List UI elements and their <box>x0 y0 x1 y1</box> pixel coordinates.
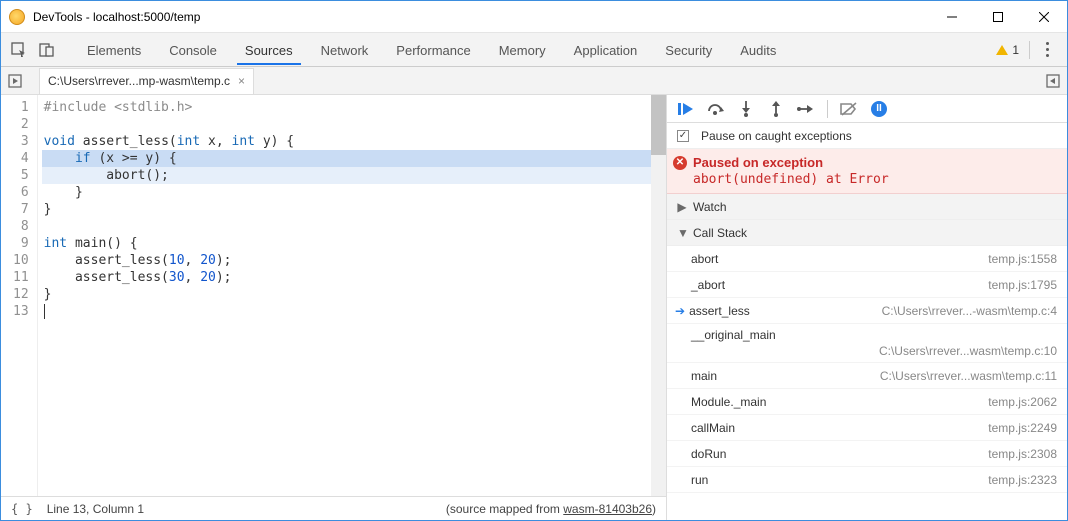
code-line[interactable]: #include <stdlib.h> <box>42 99 666 116</box>
show-navigator-icon[interactable] <box>1 69 29 93</box>
code-line[interactable] <box>42 116 666 133</box>
more-menu-icon[interactable] <box>1040 42 1055 57</box>
tab-sources[interactable]: Sources <box>231 35 307 64</box>
tab-audits[interactable]: Audits <box>726 35 790 64</box>
code-line[interactable]: void assert_less(int x, int y) { <box>42 133 666 150</box>
pause-caught-row[interactable]: ✓ Pause on caught exceptions <box>667 123 1067 149</box>
panel-tabs: ElementsConsoleSourcesNetworkPerformance… <box>73 35 996 64</box>
stack-frame[interactable]: __original_mainC:\Users\rrever...wasm\te… <box>667 324 1067 363</box>
debugger-pane: II ✓ Pause on caught exceptions ✕Paused … <box>667 95 1067 520</box>
file-tab[interactable]: C:\Users\rrever...mp-wasm\temp.c × <box>39 68 254 94</box>
step-icon[interactable] <box>797 100 815 118</box>
warnings-chip[interactable]: 1 <box>996 43 1019 57</box>
tab-elements[interactable]: Elements <box>73 35 155 64</box>
debugger-toolbar: II <box>667 95 1067 123</box>
editor-pane: 12345678910111213 #include <stdlib.h> voi… <box>1 95 667 520</box>
pause-caught-label: Pause on caught exceptions <box>701 129 852 143</box>
source-map-link[interactable]: wasm-81403b26 <box>563 502 652 516</box>
call-stack-list: aborttemp.js:1558_aborttemp.js:1795➔asse… <box>667 246 1067 493</box>
stack-frame[interactable]: doRuntemp.js:2308 <box>667 441 1067 467</box>
source-map-info: (source mapped from wasm-81403b26) <box>446 502 656 516</box>
titlebar: DevTools - localhost:5000/temp <box>1 1 1067 33</box>
line-gutter: 12345678910111213 <box>1 95 38 496</box>
pause-caught-checkbox[interactable]: ✓ <box>677 130 689 142</box>
window-title: DevTools - localhost:5000/temp <box>33 10 200 24</box>
device-toolbar-icon[interactable] <box>35 38 59 62</box>
show-debugger-icon[interactable] <box>1039 69 1067 93</box>
braces-icon[interactable]: { } <box>11 502 33 516</box>
code-line[interactable]: assert_less(30, 20); <box>42 269 666 286</box>
step-into-icon[interactable] <box>737 100 755 118</box>
sources-subbar: C:\Users\rrever...mp-wasm\temp.c × <box>1 67 1067 95</box>
stack-frame[interactable]: aborttemp.js:1558 <box>667 246 1067 272</box>
code-line[interactable]: assert_less(10, 20); <box>42 252 666 269</box>
editor-scrollbar[interactable] <box>651 95 666 496</box>
code-line[interactable]: abort(); <box>42 167 666 184</box>
minimize-button[interactable] <box>929 2 975 32</box>
file-tab-name: C:\Users\rrever...mp-wasm\temp.c <box>48 74 230 88</box>
stack-frame[interactable]: ➔assert_lessC:\Users\rrever...-wasm\temp… <box>667 298 1067 324</box>
error-icon: ✕ <box>673 156 687 170</box>
stack-frame[interactable]: mainC:\Users\rrever...wasm\temp.c:11 <box>667 363 1067 389</box>
stack-frame[interactable]: runtemp.js:2323 <box>667 467 1067 493</box>
close-button[interactable] <box>1021 2 1067 32</box>
editor-statusbar: { } Line 13, Column 1 (source mapped fro… <box>1 496 666 520</box>
code-line[interactable]: } <box>42 286 666 303</box>
watch-section[interactable]: ▶Watch <box>667 194 1067 220</box>
stack-frame[interactable]: Module._maintemp.js:2062 <box>667 389 1067 415</box>
devtools-window: DevTools - localhost:5000/temp ElementsC… <box>0 0 1068 521</box>
code-line[interactable]: int main() { <box>42 235 666 252</box>
resume-icon[interactable] <box>677 100 695 118</box>
tab-application[interactable]: Application <box>560 35 652 64</box>
pause-on-exceptions-icon[interactable]: II <box>870 100 888 118</box>
cursor-position: Line 13, Column 1 <box>47 502 144 516</box>
paused-exception-banner: ✕Paused on exception abort(undefined) at… <box>667 149 1067 194</box>
debugger-panes[interactable]: ✓ Pause on caught exceptions ✕Paused on … <box>667 123 1067 520</box>
code-area[interactable]: 12345678910111213 #include <stdlib.h> voi… <box>1 95 666 496</box>
tab-security[interactable]: Security <box>651 35 726 64</box>
tab-performance[interactable]: Performance <box>382 35 484 64</box>
tab-console[interactable]: Console <box>155 35 231 64</box>
devtools-app-icon <box>9 9 25 25</box>
code-line[interactable]: } <box>42 201 666 218</box>
step-out-icon[interactable] <box>767 100 785 118</box>
deactivate-breakpoints-icon[interactable] <box>840 100 858 118</box>
source-text[interactable]: #include <stdlib.h> void assert_less(int … <box>38 95 666 496</box>
main-toolbar: ElementsConsoleSourcesNetworkPerformance… <box>1 33 1067 67</box>
close-tab-icon[interactable]: × <box>238 74 245 88</box>
tab-memory[interactable]: Memory <box>485 35 560 64</box>
step-over-icon[interactable] <box>707 100 725 118</box>
callstack-section[interactable]: ▼Call Stack <box>667 220 1067 246</box>
stack-frame[interactable]: _aborttemp.js:1795 <box>667 272 1067 298</box>
stack-frame[interactable]: callMaintemp.js:2249 <box>667 415 1067 441</box>
code-line[interactable] <box>42 218 666 235</box>
code-line[interactable] <box>42 303 666 320</box>
main-split: 12345678910111213 #include <stdlib.h> voi… <box>1 95 1067 520</box>
current-frame-arrow-icon: ➔ <box>675 304 685 318</box>
code-line[interactable]: if (x >= y) { <box>42 150 666 167</box>
code-line[interactable]: } <box>42 184 666 201</box>
inspect-element-icon[interactable] <box>7 38 31 62</box>
maximize-button[interactable] <box>975 2 1021 32</box>
tab-network[interactable]: Network <box>307 35 383 64</box>
warning-icon <box>996 45 1008 55</box>
